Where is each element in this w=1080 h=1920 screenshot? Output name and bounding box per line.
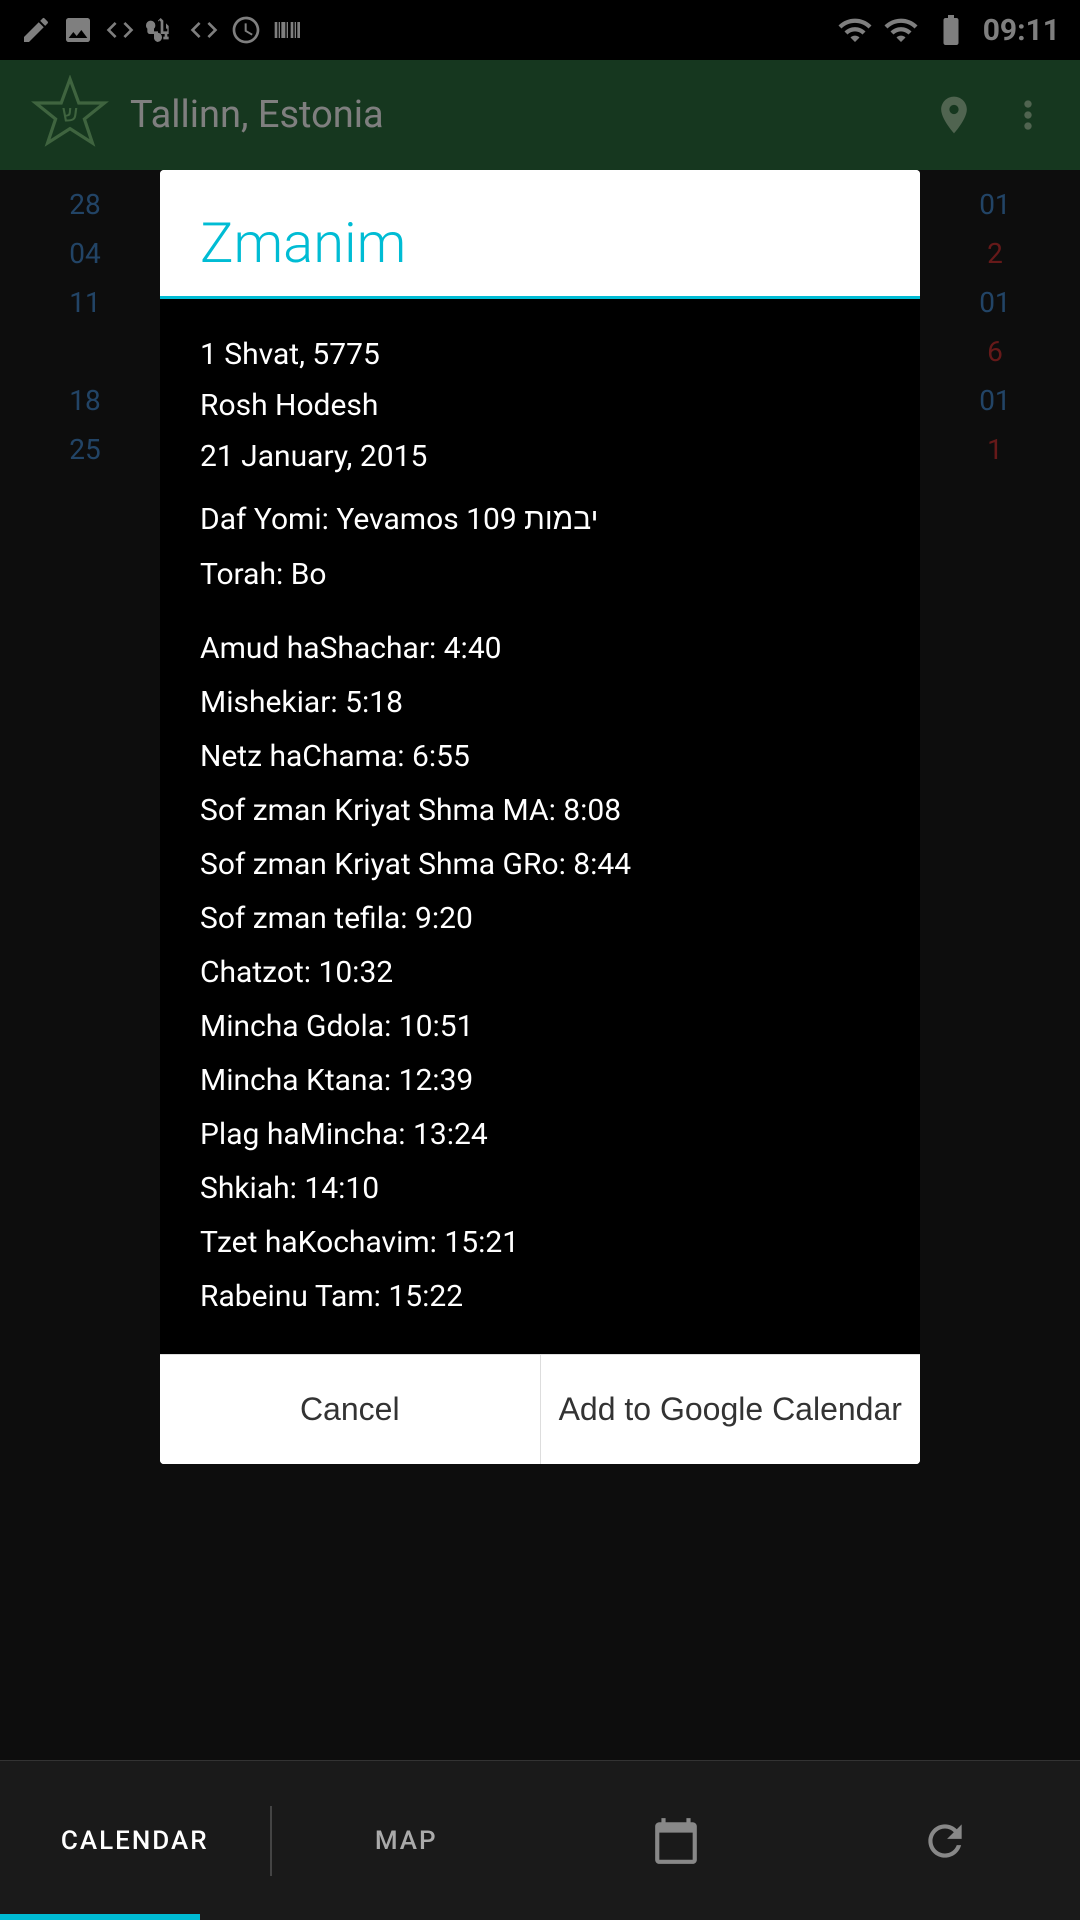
time-item: Chatzot: 10:32 (200, 946, 880, 1000)
time-item: Mincha Ktana: 12:39 (200, 1054, 880, 1108)
time-item: Tzet haKochavim: 15:21 (200, 1216, 880, 1270)
dialog-title: Zmanim (200, 210, 880, 276)
nav-item-calendar[interactable]: CALENDAR (0, 1826, 270, 1856)
dialog-footer: Cancel Add to Google Calendar (160, 1354, 920, 1464)
dialog-overlay: Zmanim 1 Shvat, 5775 Rosh Hodesh 21 Janu… (0, 0, 1080, 1920)
time-item: Shkiah: 14:10 (200, 1162, 880, 1216)
time-item: Mincha Gdola: 10:51 (200, 1000, 880, 1054)
dialog-torah: Torah: Bo (200, 557, 880, 592)
dialog-title-bar: Zmanim (160, 170, 920, 299)
refresh-icon (920, 1816, 970, 1866)
calendar-icon (651, 1816, 701, 1866)
time-item: Amud haShachar: 4:40 (200, 622, 880, 676)
time-item: Sof zman Kriyat Shma GRo: 8:44 (200, 838, 880, 892)
scroll-indicator (0, 1914, 200, 1920)
rosh-hodesh: Rosh Hodesh (200, 388, 378, 423)
gregorian-date: 21 January, 2015 (200, 439, 427, 474)
nav-map-label: MAP (375, 1826, 438, 1856)
dialog-body: 1 Shvat, 5775 Rosh Hodesh 21 January, 20… (160, 299, 920, 1354)
time-item: Sof zman Kriyat Shma MA: 8:08 (200, 784, 880, 838)
daf-yomi-text: Daf Yomi: Yevamos 109 יבמות (200, 502, 598, 537)
nav-item-map[interactable]: MAP (272, 1826, 542, 1856)
time-item: Rabeinu Tam: 15:22 (200, 1270, 880, 1324)
zmanim-dialog: Zmanim 1 Shvat, 5775 Rosh Hodesh 21 Janu… (160, 170, 920, 1464)
time-item: Sof zman tefila: 9:20 (200, 892, 880, 946)
add-to-calendar-button[interactable]: Add to Google Calendar (541, 1355, 921, 1464)
nav-item-calendar-icon[interactable] (541, 1816, 811, 1866)
dialog-times: Amud haShachar: 4:40 Mishekiar: 5:18 Net… (200, 622, 880, 1324)
dialog-daf-yomi: Daf Yomi: Yevamos 109 יבמות (200, 502, 880, 537)
nav-item-refresh[interactable] (811, 1816, 1080, 1866)
nav-calendar-label: CALENDAR (61, 1826, 209, 1856)
time-item: Plag haMincha: 13:24 (200, 1108, 880, 1162)
bottom-nav: CALENDAR MAP (0, 1760, 1080, 1920)
dialog-date: 1 Shvat, 5775 Rosh Hodesh 21 January, 20… (200, 329, 880, 482)
time-item: Mishekiar: 5:18 (200, 676, 880, 730)
time-item: Netz haChama: 6:55 (200, 730, 880, 784)
cancel-button[interactable]: Cancel (160, 1355, 541, 1464)
hebrew-date: 1 Shvat, 5775 (200, 337, 380, 372)
